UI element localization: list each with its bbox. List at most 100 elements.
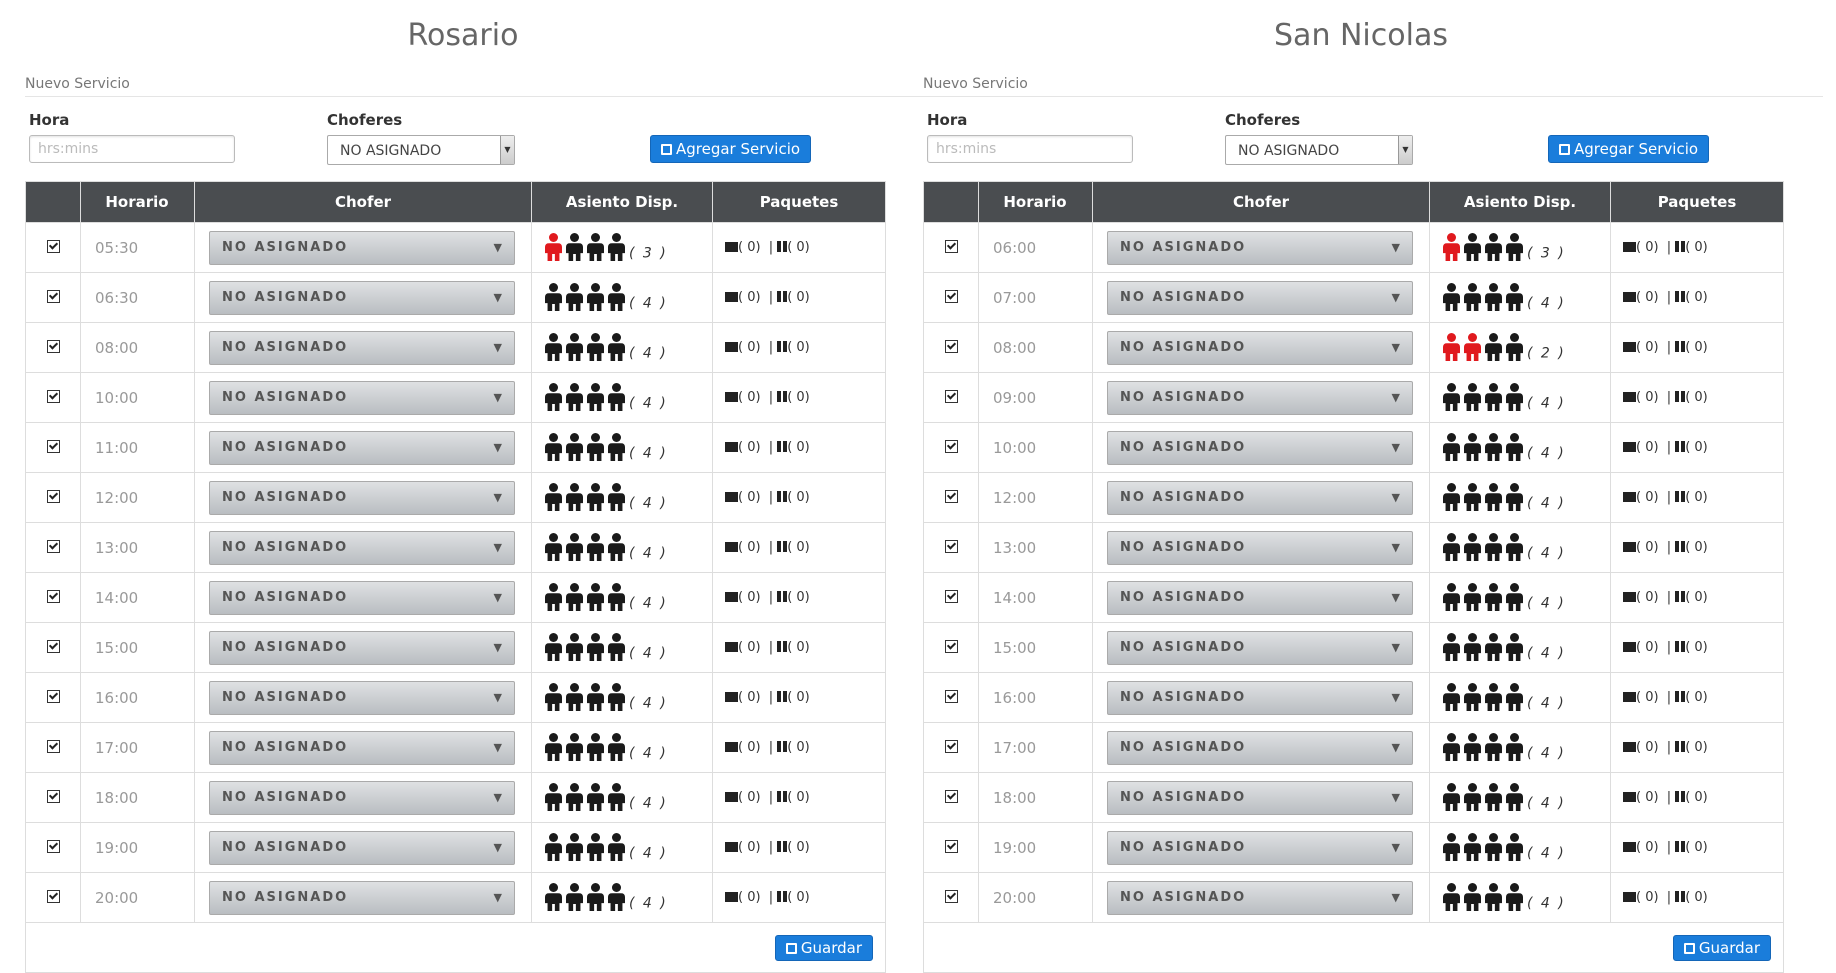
person-icon <box>545 333 562 361</box>
chofer-dropdown[interactable]: NO ASIGNADO ▼ <box>209 480 515 515</box>
hora-input[interactable] <box>29 135 235 163</box>
row-check-cell <box>923 872 979 923</box>
chofer-dropdown[interactable]: NO ASIGNADO ▼ <box>1107 730 1413 765</box>
hora-input[interactable] <box>927 135 1133 163</box>
checkbox-checked-icon[interactable] <box>46 889 60 903</box>
row-check-cell <box>25 422 81 473</box>
chofer-dropdown[interactable]: NO ASIGNADO ▼ <box>209 780 515 815</box>
checkbox-checked-icon[interactable] <box>944 439 958 453</box>
checkbox-checked-icon[interactable] <box>46 339 60 353</box>
checkbox-checked-icon[interactable] <box>944 289 958 303</box>
chofer-dropdown[interactable]: NO ASIGNADO ▼ <box>209 530 515 565</box>
chofer-dropdown[interactable]: NO ASIGNADO ▼ <box>209 580 515 615</box>
chofer-dropdown[interactable]: NO ASIGNADO ▼ <box>209 830 515 865</box>
person-icon <box>1464 233 1481 261</box>
chofer-dropdown[interactable]: NO ASIGNADO ▼ <box>209 330 515 365</box>
chofer-dropdown[interactable]: NO ASIGNADO ▼ <box>1107 280 1413 315</box>
chofer-dropdown[interactable]: NO ASIGNADO ▼ <box>209 430 515 465</box>
chevron-down-icon: ▼ <box>1391 490 1400 504</box>
chofer-dropdown[interactable]: NO ASIGNADO ▼ <box>209 380 515 415</box>
person-icon <box>1443 333 1460 361</box>
envelope-icon <box>1623 392 1636 402</box>
agregar-servicio-button[interactable]: Agregar Servicio <box>650 135 812 163</box>
chofer-dropdown-value: NO ASIGNADO <box>1120 639 1247 655</box>
chofer-dropdown[interactable]: NO ASIGNADO ▼ <box>1107 480 1413 515</box>
chofer-dropdown[interactable]: NO ASIGNADO ▼ <box>209 280 515 315</box>
row-check-cell <box>923 672 979 723</box>
chofer-dropdown[interactable]: NO ASIGNADO ▼ <box>1107 780 1413 815</box>
checkbox-checked-icon[interactable] <box>944 739 958 753</box>
paquetes-group: ( 0) |( 0) <box>1611 640 1783 655</box>
checkbox-checked-icon[interactable] <box>944 839 958 853</box>
chofer-dropdown[interactable]: NO ASIGNADO ▼ <box>209 730 515 765</box>
chofer-dropdown[interactable]: NO ASIGNADO ▼ <box>1107 230 1413 265</box>
chofer-dropdown[interactable]: NO ASIGNADO ▼ <box>209 680 515 715</box>
checkbox-checked-icon[interactable] <box>944 339 958 353</box>
checkbox-checked-icon[interactable] <box>46 289 60 303</box>
chofer-dropdown[interactable]: NO ASIGNADO ▼ <box>1107 830 1413 865</box>
checkbox-checked-icon[interactable] <box>46 789 60 803</box>
chofer-cell: NO ASIGNADO ▼ <box>1092 522 1430 573</box>
checkbox-checked-icon[interactable] <box>46 489 60 503</box>
table-row: 20:00 NO ASIGNADO ▼ ( 4 ) ( 0) |( 0) <box>923 872 1784 923</box>
chofer-cell: NO ASIGNADO ▼ <box>194 472 532 523</box>
chofer-cell: NO ASIGNADO ▼ <box>194 272 532 323</box>
choferes-select[interactable]: NO ASIGNADO ▼ <box>1225 135 1413 165</box>
mail-count: ( 0) <box>1636 840 1659 855</box>
checkbox-checked-icon[interactable] <box>46 739 60 753</box>
seat-count: ( 4 ) <box>1527 445 1566 462</box>
checkbox-checked-icon[interactable] <box>46 389 60 403</box>
chofer-dropdown[interactable]: NO ASIGNADO ▼ <box>1107 530 1413 565</box>
chofer-dropdown[interactable]: NO ASIGNADO ▼ <box>1107 580 1413 615</box>
chofer-dropdown[interactable]: NO ASIGNADO ▼ <box>1107 880 1413 915</box>
chofer-dropdown[interactable]: NO ASIGNADO ▼ <box>1107 330 1413 365</box>
checkbox-checked-icon[interactable] <box>944 789 958 803</box>
chofer-dropdown[interactable]: NO ASIGNADO ▼ <box>1107 380 1413 415</box>
checkbox-checked-icon[interactable] <box>46 239 60 253</box>
checkbox-checked-icon[interactable] <box>46 439 60 453</box>
header-asiento: Asiento Disp. <box>1429 181 1611 223</box>
checkbox-checked-icon[interactable] <box>944 589 958 603</box>
horario-cell: 14:00 <box>978 572 1093 623</box>
person-icon <box>608 233 625 261</box>
checkbox-checked-icon[interactable] <box>944 539 958 553</box>
mail-count: ( 0) <box>1636 540 1659 555</box>
checkbox-checked-icon[interactable] <box>944 239 958 253</box>
table-footer-row: Guardar <box>25 922 886 973</box>
chofer-dropdown-value: NO ASIGNADO <box>1120 889 1247 905</box>
services-table: Horario Chofer Asiento Disp. Paquetes 06… <box>923 181 1784 973</box>
agregar-servicio-button[interactable]: Agregar Servicio <box>1548 135 1710 163</box>
paquetes-cell: ( 0) |( 0) <box>712 622 886 673</box>
chofer-cell: NO ASIGNADO ▼ <box>194 622 532 673</box>
chofer-dropdown[interactable]: NO ASIGNADO ▼ <box>1107 680 1413 715</box>
checkbox-checked-icon[interactable] <box>944 889 958 903</box>
checkbox-checked-icon[interactable] <box>944 489 958 503</box>
chofer-dropdown[interactable]: NO ASIGNADO ▼ <box>209 630 515 665</box>
checkbox-checked-icon[interactable] <box>46 639 60 653</box>
chofer-dropdown[interactable]: NO ASIGNADO ▼ <box>209 230 515 265</box>
envelope-icon <box>725 342 738 352</box>
person-icon <box>566 433 583 461</box>
table-row: 09:00 NO ASIGNADO ▼ ( 4 ) ( 0) |( 0) <box>923 372 1784 423</box>
chevron-down-icon: ▼ <box>1391 690 1400 704</box>
checkbox-checked-icon[interactable] <box>944 639 958 653</box>
table-row: 13:00 NO ASIGNADO ▼ ( 4 ) ( 0) |( 0) <box>25 522 886 573</box>
checkbox-checked-icon[interactable] <box>944 389 958 403</box>
guardar-button[interactable]: Guardar <box>1672 934 1771 961</box>
checkbox-checked-icon[interactable] <box>46 839 60 853</box>
choferes-select[interactable]: NO ASIGNADO ▼ <box>327 135 515 165</box>
package-count: ( 0) <box>1685 240 1708 255</box>
guardar-button[interactable]: Guardar <box>774 934 873 961</box>
chevron-down-icon: ▼ <box>1391 340 1400 354</box>
checkbox-checked-icon[interactable] <box>46 589 60 603</box>
chofer-dropdown[interactable]: NO ASIGNADO ▼ <box>1107 630 1413 665</box>
checkbox-checked-icon[interactable] <box>46 689 60 703</box>
checkbox-checked-icon[interactable] <box>46 539 60 553</box>
chofer-cell: NO ASIGNADO ▼ <box>1092 272 1430 323</box>
mail-count: ( 0) <box>738 790 761 805</box>
chofer-dropdown[interactable]: NO ASIGNADO ▼ <box>209 880 515 915</box>
chofer-dropdown[interactable]: NO ASIGNADO ▼ <box>1107 430 1413 465</box>
checkbox-checked-icon[interactable] <box>944 689 958 703</box>
gift-icon <box>777 491 788 502</box>
paquetes-cell: ( 0) |( 0) <box>1610 222 1784 273</box>
